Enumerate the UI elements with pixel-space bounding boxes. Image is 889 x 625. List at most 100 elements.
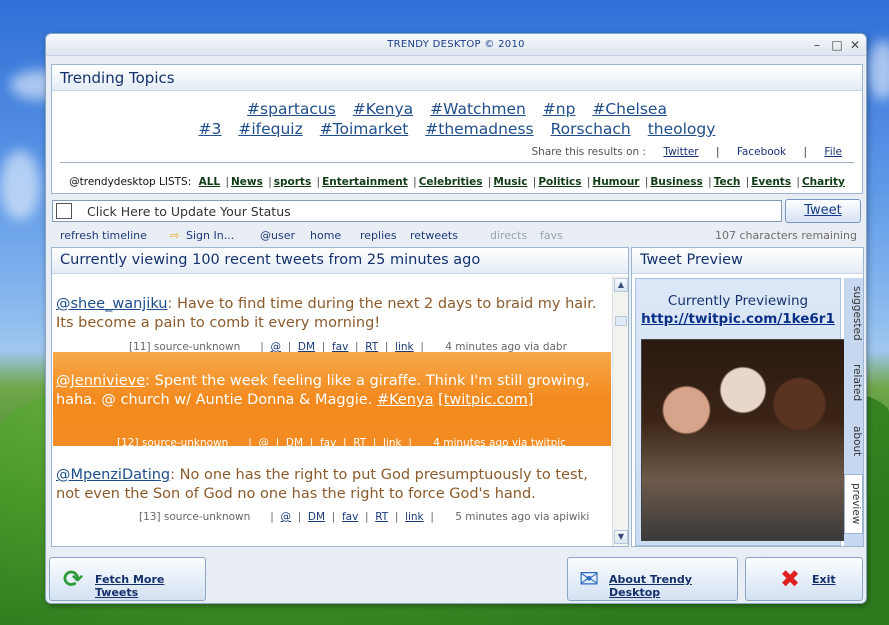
reply-link[interactable]: @ [281, 511, 292, 523]
feed-panel: Currently viewing 100 recent tweets from… [51, 247, 629, 547]
arrow-right-icon: ⇨ [170, 229, 180, 242]
list-link[interactable]: Business [650, 176, 702, 188]
fav-link[interactable]: fav [320, 437, 336, 449]
share-label: Share this results on : [531, 146, 647, 158]
tweet-user-link[interactable]: @shee_wanjiku [56, 296, 167, 312]
trend-link[interactable]: #Chelsea [592, 100, 667, 118]
tab-preview[interactable]: preview [844, 474, 863, 534]
list-link[interactable]: Entertainment [322, 176, 408, 188]
title-bar[interactable]: TRENDY DESKTOP © 2010 – □ ✕ [46, 34, 866, 56]
app-window: TRENDY DESKTOP © 2010 – □ ✕ Trending Top… [45, 33, 867, 604]
status-checkbox[interactable] [56, 203, 72, 219]
refresh-icon: ⟳ [62, 565, 84, 593]
list-link[interactable]: News [231, 176, 263, 188]
list-link[interactable]: ALL [199, 176, 221, 188]
scroll-up-icon[interactable]: ▲ [614, 278, 628, 292]
tweet-index: [13] [139, 511, 161, 523]
trend-link[interactable]: #Kenya [353, 100, 413, 118]
retweet-link[interactable]: RT [375, 511, 388, 523]
fav-link[interactable]: fav [342, 511, 358, 523]
user-link[interactable]: @user [260, 229, 295, 242]
tweet-text: @Jennivieve: Spent the week feeling like… [56, 372, 601, 410]
trend-link[interactable]: #ifequiz [238, 120, 302, 138]
tweet-user-link[interactable]: @MpenziDating [56, 467, 170, 483]
list-link[interactable]: Charity [802, 176, 845, 188]
share-twitter-link[interactable]: Twitter [663, 146, 698, 158]
maximize-icon[interactable]: □ [829, 37, 845, 53]
tweet-text: @shee_wanjiku: Have to find time during … [56, 295, 601, 333]
trend-link[interactable]: #spartacus [247, 100, 336, 118]
retweet-link[interactable]: RT [353, 437, 366, 449]
exit-button[interactable]: ✖ Exit [745, 557, 863, 601]
list-link[interactable]: Politics [538, 176, 581, 188]
preview-label: Currently Previewing [667, 293, 809, 309]
preview-title: Tweet Preview [632, 248, 863, 274]
list-link[interactable]: Music [493, 176, 527, 188]
tweet-user-link[interactable]: @Jennivieve [56, 373, 145, 389]
tab-suggested[interactable]: suggested [844, 286, 863, 341]
trend-link[interactable]: #3 [199, 120, 222, 138]
list-link[interactable]: sports [274, 176, 311, 188]
about-label: About Trendy Desktop [609, 573, 692, 599]
dm-link[interactable]: DM [286, 437, 303, 449]
close-icon[interactable]: ✕ [847, 37, 863, 53]
tweet-item[interactable]: @shee_wanjiku: Have to find time during … [53, 295, 611, 353]
characters-remaining: 107 characters remaining [715, 229, 857, 242]
twitpic-link[interactable]: [twitpic.com] [438, 392, 533, 408]
tweet-button-label: Tweet [804, 203, 842, 218]
tweet-time: 4 minutes ago via twitpic [433, 437, 566, 449]
feed-scrollbar[interactable]: ▲ ▼ [612, 276, 628, 546]
replies-link[interactable]: replies [360, 229, 397, 242]
list-link[interactable]: Events [751, 176, 791, 188]
divider [60, 162, 854, 163]
share-file-link[interactable]: File [824, 146, 842, 158]
tweet-text: @MpenziDating: No one has the right to p… [56, 466, 601, 504]
dm-link[interactable]: DM [308, 511, 325, 523]
tweet-item-selected[interactable]: @Jennivieve: Spent the week feeling like… [53, 352, 611, 449]
tweet-source: source-unknown [141, 437, 229, 449]
preview-photo [641, 339, 845, 541]
lists-label: @trendydesktop LISTS: [69, 176, 192, 188]
status-placeholder: Click Here to Update Your Status [87, 204, 291, 219]
trend-link[interactable]: theology [648, 120, 716, 138]
reply-link[interactable]: @ [259, 437, 270, 449]
trend-link[interactable]: Rorschach [551, 120, 631, 138]
fetch-more-tweets-button[interactable]: ⟳ Fetch More Tweets [49, 557, 206, 601]
refresh-timeline-link[interactable]: refresh timeline [60, 229, 147, 242]
scroll-down-icon[interactable]: ▼ [614, 530, 628, 544]
directs-link[interactable]: directs [490, 229, 527, 242]
hashtag-link[interactable]: #Kenya [377, 392, 434, 408]
preview-tabs: suggested related about preview [844, 278, 863, 546]
share-row: Share this results on : Twitter | Facebo… [531, 146, 842, 158]
preview-panel: Tweet Preview Currently Previewing http:… [631, 247, 864, 547]
permalink-link[interactable]: link [405, 511, 424, 523]
list-link[interactable]: Celebrities [419, 176, 483, 188]
timeline-toolbar: refresh timeline ⇨ Sign In... @user home… [46, 229, 866, 245]
trend-link[interactable]: #Toimarket [320, 120, 409, 138]
tweet-meta: [12] source-unknown | @ | DM | fav | RT … [117, 437, 566, 449]
tweet-item[interactable]: @MpenziDating: No one has the right to p… [53, 466, 611, 526]
tab-related[interactable]: related [844, 364, 863, 401]
trend-link[interactable]: #Watchmen [430, 100, 526, 118]
scroll-thumb[interactable] [615, 316, 627, 326]
home-link[interactable]: home [310, 229, 341, 242]
tab-about[interactable]: about [844, 426, 863, 456]
lists-row: @trendydesktop LISTS: ALL | News | sports … [69, 176, 845, 188]
preview-url-link[interactable]: http://twitpic.com/1ke6r1 [636, 311, 840, 327]
tweet-meta: [13] source-unknown | @ | DM | fav | RT … [139, 511, 590, 523]
feed-title: Currently viewing 100 recent tweets from… [52, 248, 628, 274]
permalink-link[interactable]: link [383, 437, 402, 449]
minimize-icon[interactable]: – [809, 37, 825, 53]
list-link[interactable]: Humour [592, 176, 639, 188]
favs-link[interactable]: favs [540, 229, 563, 242]
tweet-button[interactable]: Tweet [785, 199, 861, 223]
trending-row-2: #3 #ifequiz #Toimarket #themadness Rorsc… [52, 120, 862, 138]
sign-in-link[interactable]: Sign In... [186, 229, 234, 242]
list-link[interactable]: Tech [714, 176, 741, 188]
trend-link[interactable]: #np [543, 100, 576, 118]
retweets-link[interactable]: retweets [410, 229, 458, 242]
status-input[interactable]: Click Here to Update Your Status [52, 200, 782, 222]
share-facebook-link[interactable]: Facebook [737, 146, 786, 158]
trend-link[interactable]: #themadness [425, 120, 533, 138]
about-button[interactable]: ✉ About Trendy Desktop [567, 557, 738, 601]
